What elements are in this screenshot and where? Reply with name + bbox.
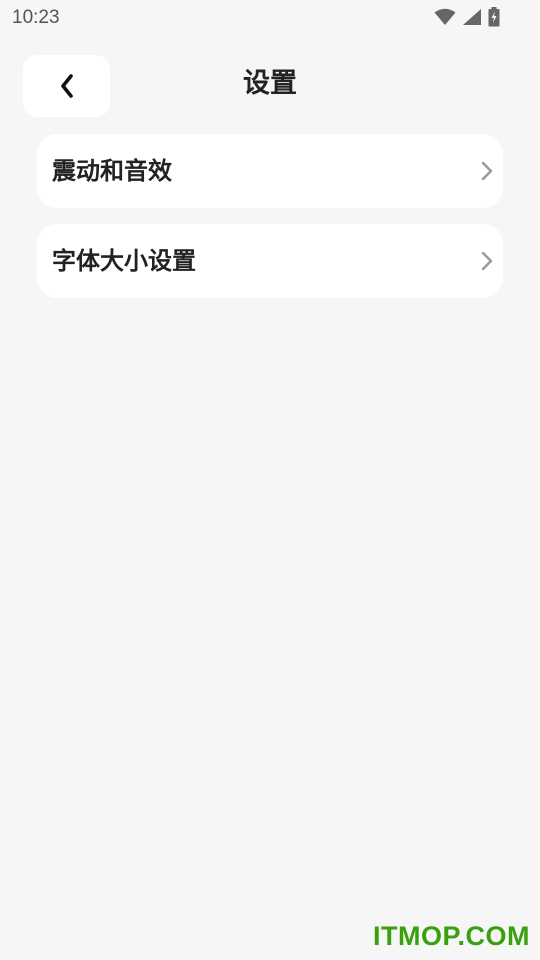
settings-item-label: 字体大小设置: [52, 247, 196, 275]
settings-item-label: 震动和音效: [52, 157, 172, 185]
settings-list: 震动和音效 字体大小设置: [37, 134, 503, 314]
cellular-signal-icon: [463, 9, 481, 25]
watermark: ITMOP.COM: [372, 921, 530, 951]
back-button[interactable]: [23, 55, 110, 117]
status-icons: [434, 7, 500, 27]
chevron-right-icon: [481, 251, 493, 271]
status-time: 10:23: [12, 7, 60, 28]
battery-charging-icon: [488, 7, 500, 27]
settings-item-vibration-sound[interactable]: 震动和音效: [37, 134, 503, 208]
status-bar: 10:23: [0, 0, 540, 36]
chevron-right-icon: [481, 161, 493, 181]
chevron-left-icon: [60, 74, 73, 98]
wifi-icon: [434, 8, 456, 25]
settings-item-font-size[interactable]: 字体大小设置: [37, 224, 503, 298]
